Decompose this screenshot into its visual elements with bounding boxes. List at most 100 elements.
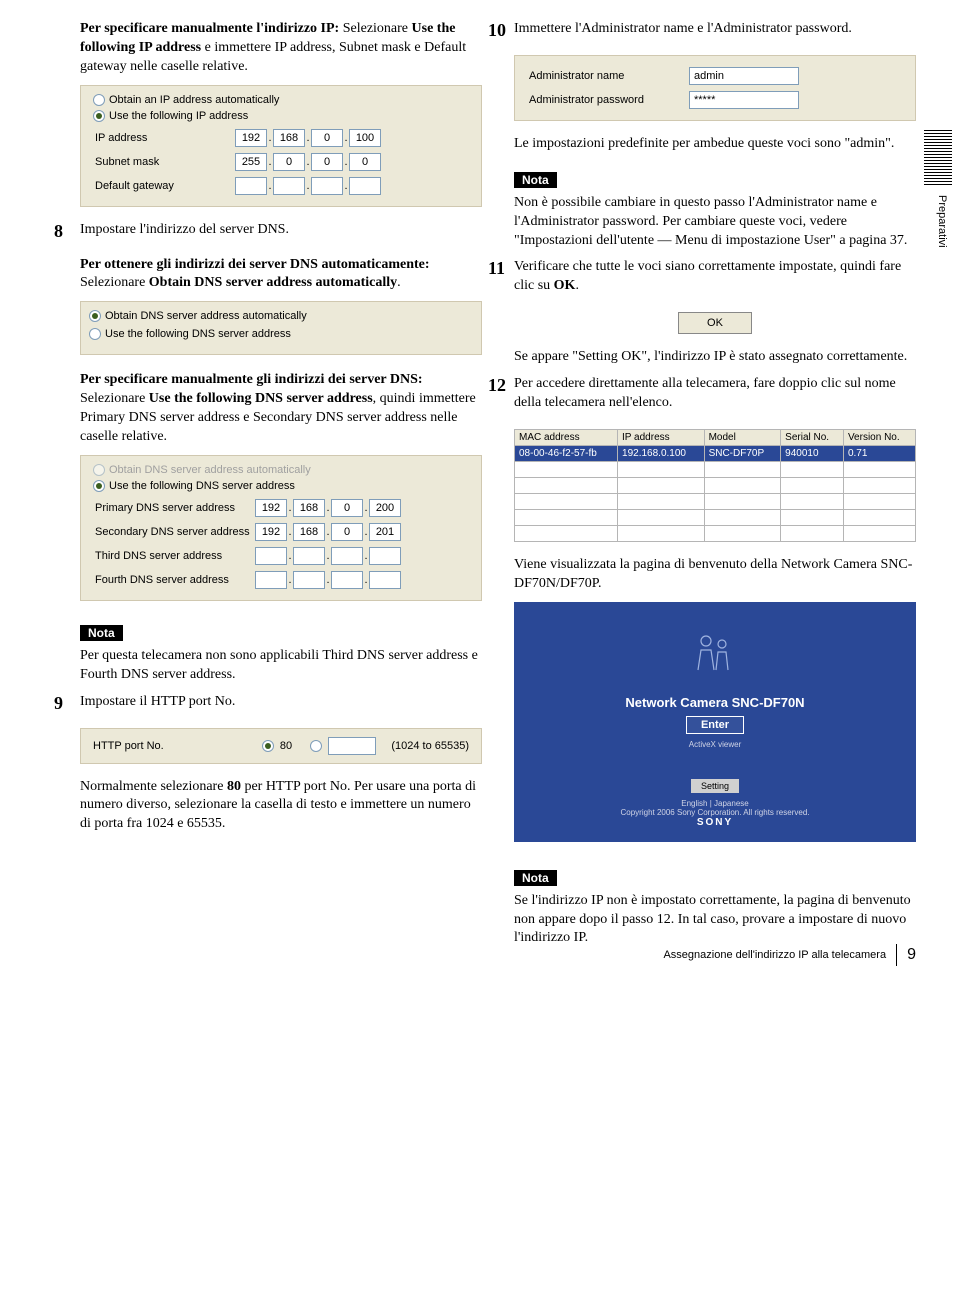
cell-ver: 0.71 — [843, 445, 915, 461]
table-row[interactable]: 08-00-46-f2-57-fb 192.168.0.100 SNC-DF70… — [515, 445, 916, 461]
radio-dns-manual2-label: Use the following DNS server address — [109, 480, 295, 492]
p1[interactable] — [293, 499, 325, 517]
step-10-num: 10 — [488, 20, 514, 47]
admin-panel: Administrator name Administrator passwor… — [514, 55, 916, 121]
secondary-dns-label: Secondary DNS server address — [93, 520, 253, 544]
ip-address-label: IP address — [93, 126, 233, 150]
radio-port-80[interactable] — [262, 740, 274, 752]
primary-dns-label: Primary DNS server address — [93, 496, 253, 520]
admin-name-input[interactable] — [689, 67, 799, 85]
port-80-label: 80 — [280, 740, 292, 752]
ip1[interactable] — [273, 129, 305, 147]
admin-pw-label: Administrator password — [527, 88, 687, 112]
table-row[interactable] — [515, 493, 916, 509]
lang-links[interactable]: English | Japanese — [532, 799, 898, 808]
th-model: Model — [704, 429, 781, 445]
port-custom-input[interactable] — [328, 737, 376, 755]
f0[interactable] — [255, 571, 287, 589]
admin-pw-input[interactable] — [689, 91, 799, 109]
p2[interactable] — [331, 499, 363, 517]
t0[interactable] — [255, 547, 287, 565]
sn2[interactable] — [311, 153, 343, 171]
sony-logo: SONY — [532, 817, 898, 828]
camera-table: MAC address IP address Model Serial No. … — [514, 429, 916, 542]
t3[interactable] — [369, 547, 401, 565]
f1[interactable] — [293, 571, 325, 589]
radio-obtain-ip[interactable] — [93, 94, 105, 106]
cell-serial: 940010 — [781, 445, 844, 461]
setting-button[interactable]: Setting — [691, 779, 739, 793]
copyright: Copyright 2006 Sony Corporation. All rig… — [532, 808, 898, 817]
step-8-num: 8 — [54, 221, 80, 248]
welcome-caption: Viene visualizzata la pagina di benvenut… — [514, 556, 916, 594]
th-ver: Version No. — [843, 429, 915, 445]
step-11-num: 11 — [488, 258, 514, 304]
th-serial: Serial No. — [781, 429, 844, 445]
dns-manual-para: Per specificare manualmente gli indirizz… — [80, 371, 482, 447]
radio-dns-auto[interactable] — [89, 310, 101, 322]
ip2[interactable] — [311, 129, 343, 147]
enter-button[interactable]: Enter — [686, 716, 744, 734]
radio-dns-manual-label: Use the following DNS server address — [105, 328, 291, 340]
ip3[interactable] — [349, 129, 381, 147]
welcome-panel: Network Camera SNC-DF70N Enter ActiveX v… — [514, 602, 916, 842]
sn1[interactable] — [273, 153, 305, 171]
t1[interactable] — [293, 547, 325, 565]
step-12-text: Per accedere direttamente alla telecamer… — [514, 375, 916, 413]
third-dns-label: Third DNS server address — [93, 544, 253, 568]
step-12-num: 12 — [488, 375, 514, 421]
cell-model: SNC-DF70P — [704, 445, 781, 461]
radio-static-ip-label: Use the following IP address — [109, 110, 248, 122]
th-ip: IP address — [618, 429, 705, 445]
s3[interactable] — [369, 523, 401, 541]
right-column: 10 Immettere l'Administrator name e l'Ad… — [514, 20, 916, 956]
gw2[interactable] — [311, 177, 343, 195]
radio-port-custom[interactable] — [310, 740, 322, 752]
s0[interactable] — [255, 523, 287, 541]
footer-divider — [896, 944, 897, 966]
page-number: 9 — [907, 946, 916, 964]
ip0[interactable] — [235, 129, 267, 147]
nota-label-1: Nota — [80, 625, 123, 641]
sn0[interactable] — [235, 153, 267, 171]
radio-static-ip[interactable] — [93, 110, 105, 122]
t2[interactable] — [331, 547, 363, 565]
gateway-label: Default gateway — [93, 174, 233, 198]
s1[interactable] — [293, 523, 325, 541]
cell-ip: 192.168.0.100 — [618, 445, 705, 461]
p0[interactable] — [255, 499, 287, 517]
table-row[interactable] — [515, 525, 916, 541]
gw1[interactable] — [273, 177, 305, 195]
f2[interactable] — [331, 571, 363, 589]
nota-admin-text: Non è possibile cambiare in questo passo… — [514, 194, 916, 251]
admin-name-label: Administrator name — [527, 64, 687, 88]
radio-dns-auto2[interactable] — [93, 464, 105, 476]
table-row[interactable] — [515, 461, 916, 477]
http-port-label: HTTP port No. — [93, 740, 164, 752]
footer: Assegnazione dell'indirizzo IP alla tele… — [663, 944, 916, 966]
p3[interactable] — [369, 499, 401, 517]
http-text: Normalmente selezionare 80 per HTTP port… — [80, 778, 482, 835]
table-row[interactable] — [515, 509, 916, 525]
subnet-label: Subnet mask — [93, 150, 233, 174]
s2[interactable] — [331, 523, 363, 541]
ok-button[interactable]: OK — [678, 312, 752, 334]
gw0[interactable] — [235, 177, 267, 195]
applet-label: ActiveX viewer — [532, 740, 898, 749]
dns-manual-panel: Obtain DNS server address automatically … — [80, 455, 482, 601]
table-row[interactable] — [515, 477, 916, 493]
radio-dns-manual[interactable] — [89, 328, 101, 340]
f3[interactable] — [369, 571, 401, 589]
radio-dns-auto2-label: Obtain DNS server address automatically — [109, 464, 311, 476]
radio-dns-manual2[interactable] — [93, 480, 105, 492]
sn3[interactable] — [349, 153, 381, 171]
nota-label-3: Nota — [514, 870, 557, 886]
radio-obtain-ip-label: Obtain an IP address automatically — [109, 94, 279, 106]
footer-text: Assegnazione dell'indirizzo IP alla tele… — [663, 949, 886, 961]
side-tab: Preparativi — [936, 195, 948, 248]
left-column: Per specificare manualmente l'indirizzo … — [80, 20, 482, 956]
dns-auto-para: Per ottenere gli indirizzi dei server DN… — [80, 256, 482, 294]
nota-dns-text: Per questa telecamera non sono applicabi… — [80, 647, 482, 685]
step-11-result: Se appare "Setting OK", l'indirizzo IP è… — [514, 348, 916, 367]
gw3[interactable] — [349, 177, 381, 195]
